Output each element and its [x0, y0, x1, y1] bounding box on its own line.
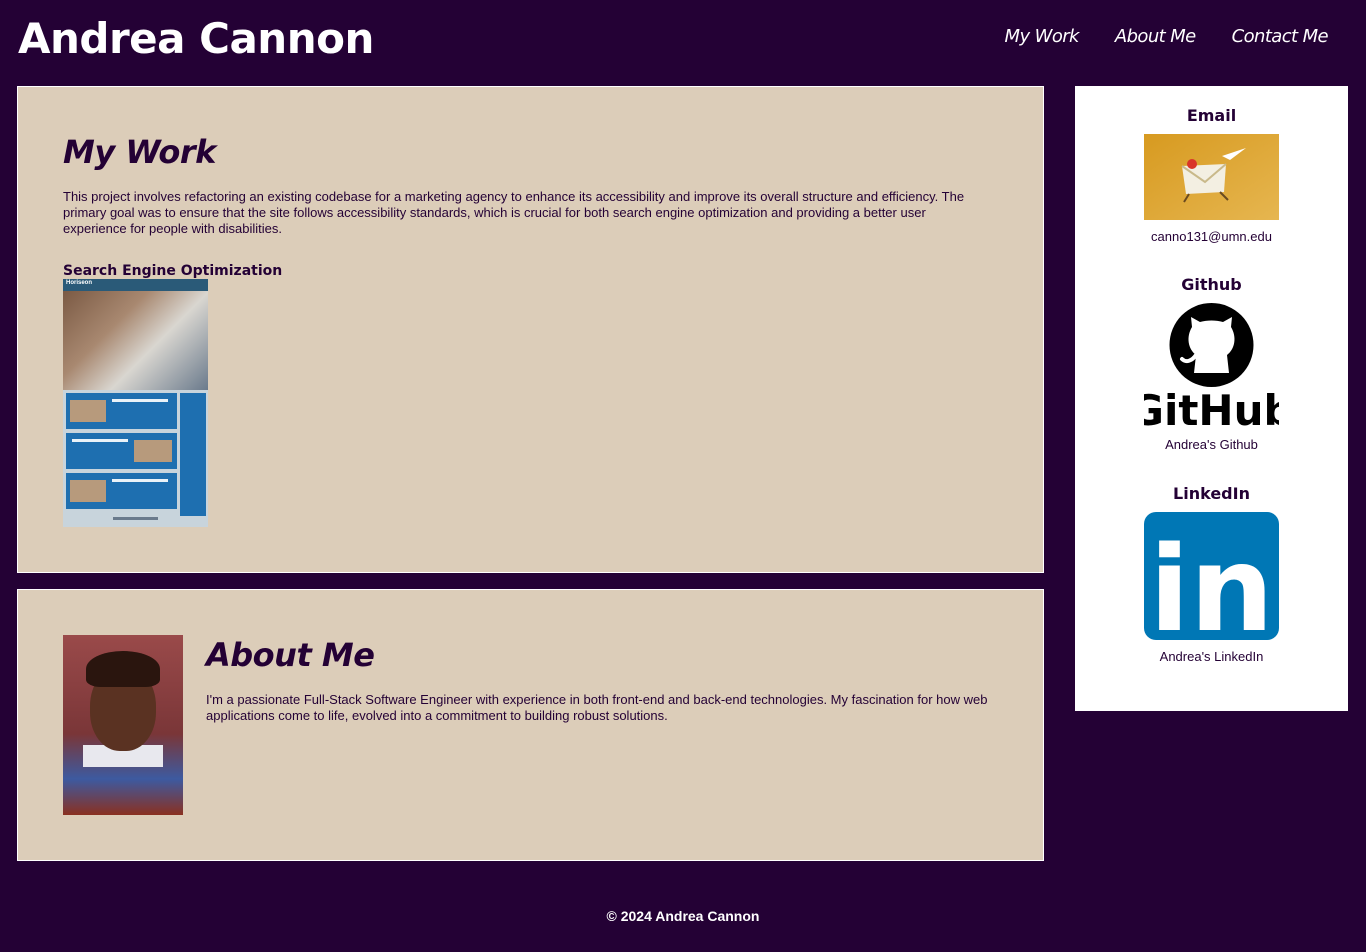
project-thumbnail[interactable]: Horiseon — [63, 279, 208, 527]
nav-link-about-me[interactable]: About Me — [1115, 26, 1196, 47]
thumbnail-card — [66, 473, 177, 509]
about-me-description: I'm a passionate Full-Stack Software Eng… — [206, 692, 988, 723]
thumbnail-brand: Horiseon — [66, 280, 93, 286]
email-heading: Email — [1186, 106, 1237, 125]
thumbnail-card — [66, 433, 177, 469]
contact-linkedin: LinkedIn in Andrea's LinkedIn — [1075, 484, 1348, 664]
nav-link-contact-me[interactable]: Contact Me — [1232, 26, 1329, 47]
copyright-text: © 2024 Andrea Cannon — [606, 908, 760, 924]
github-link[interactable]: Andrea's Github — [1075, 437, 1348, 452]
svg-text:in: in — [1149, 520, 1273, 640]
project-title: Search Engine Optimization — [63, 263, 283, 279]
main-nav: My Work About Me Contact Me — [1005, 26, 1329, 47]
github-icon[interactable]: GitHub — [1144, 303, 1279, 428]
nav-link-my-work[interactable]: My Work — [1005, 26, 1080, 47]
linkedin-icon[interactable]: in — [1144, 512, 1279, 640]
about-me-heading: About Me — [206, 636, 375, 674]
site-header: Andrea Cannon My Work About Me Contact M… — [0, 0, 1366, 86]
about-me-section: About Me I'm a passionate Full-Stack Sof… — [17, 589, 1044, 861]
svg-text:GitHub: GitHub — [1144, 386, 1279, 428]
profile-photo — [63, 635, 183, 815]
thumbnail-header-bar: Horiseon — [63, 279, 208, 291]
my-work-heading: My Work — [63, 133, 216, 171]
thumbnail-hero-image — [63, 291, 208, 390]
site-footer: © 2024 Andrea Cannon — [0, 908, 1366, 924]
email-icon[interactable] — [1144, 134, 1279, 220]
contact-github: Github GitHub Andrea's Github — [1075, 275, 1348, 452]
my-work-description: This project involves refactoring an exi… — [63, 189, 965, 236]
contact-email: Email canno131@umn.edu — [1075, 106, 1348, 244]
my-work-section: My Work This project involves refactorin… — [17, 86, 1044, 573]
contact-sidebar: Email canno131@umn.edu Github GitHub And… — [1075, 86, 1348, 711]
thumbnail-sidebar — [180, 393, 206, 516]
thumbnail-footer — [113, 517, 158, 520]
linkedin-link[interactable]: Andrea's LinkedIn — [1075, 649, 1348, 664]
github-heading: Github — [1181, 275, 1242, 294]
thumbnail-card — [66, 393, 177, 429]
site-title: Andrea Cannon — [18, 14, 374, 63]
linkedin-heading: LinkedIn — [1173, 484, 1250, 503]
email-address[interactable]: canno131@umn.edu — [1075, 229, 1348, 244]
